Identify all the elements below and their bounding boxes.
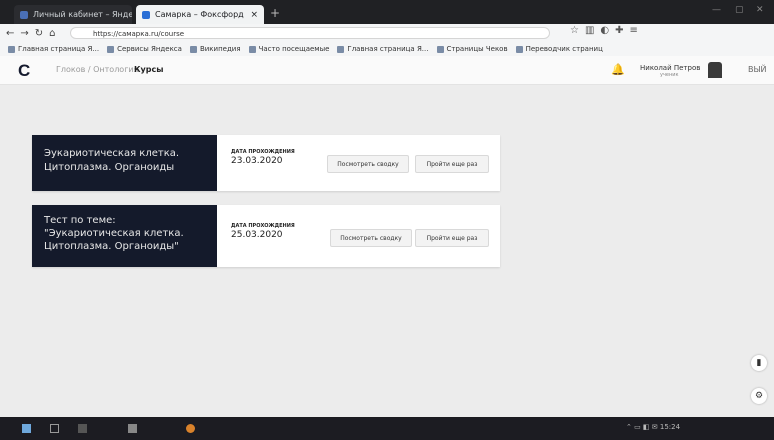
user-name[interactable]: Николай Петров [640,64,700,72]
close-tab-icon[interactable]: × [250,10,258,20]
task-view-icon[interactable] [78,424,87,433]
bookmarks-bar: Главная страница Я... Сервисы Яндекса Ви… [0,42,774,57]
browser-tab-active[interactable]: Самарка – Фоксфорд × [136,5,264,24]
app-logo[interactable]: C [18,61,30,81]
bookmark-item[interactable]: Википедия [189,45,241,53]
bookmark-item[interactable]: Часто посещаемые [248,45,329,53]
breadcrumb-current: Курсы [134,65,164,74]
maximize-icon[interactable]: ▢ [735,5,744,15]
minimize-icon[interactable]: — [712,5,721,15]
logout-link[interactable]: ВЫЙ [748,65,767,74]
bookmark-item[interactable]: Страницы Чеков [436,45,508,53]
new-tab-icon[interactable]: + [270,6,280,20]
os-taskbar: ⌃ ▭ ◧ ✉ 15:24 [0,418,774,440]
settings-icon[interactable]: ⚙ [751,388,767,404]
search-icon[interactable] [50,424,59,433]
file-explorer-icon[interactable] [128,424,137,433]
bookmark-icon [107,45,115,53]
browser-tab-inactive[interactable]: Личный кабинет – Яндекс × [14,5,132,24]
back-icon[interactable]: ← [6,28,14,39]
home-icon[interactable]: ⌂ [49,28,55,39]
bookmark-item[interactable]: Сервисы Яндекса [107,45,182,53]
tab-label: Самарка – Фоксфорд [155,10,244,19]
bookmark-item[interactable]: Главная страница Я... [337,45,429,53]
bookmark-star-icon[interactable]: ☆ [570,25,585,36]
bookmark-icon [337,45,345,53]
test-date: 25.03.2020 [231,230,283,240]
retry-button[interactable]: Пройти еще раз [415,229,489,247]
retry-button[interactable]: Пройти еще раз [415,155,489,173]
library-icon[interactable]: ▥ [585,25,600,36]
bookmark-icon [8,45,15,53]
system-tray: ⌃ ▭ ◧ ✉ 15:24 [626,423,680,431]
help-icon[interactable]: ▮ [751,355,767,371]
bookmark-item[interactable]: Переводчик страниц [515,45,603,53]
toolbar-icons: ☆▥◐✚≡ [570,25,644,36]
menu-icon[interactable]: ≡ [630,25,644,36]
reload-icon[interactable]: ↻ [35,28,43,39]
breadcrumb[interactable]: Глоков / Онтология [56,65,138,74]
extension-icon[interactable]: ✚ [615,25,629,36]
date-label: ДАТА ПРОХОЖДЕНИЯ [231,149,295,155]
test-date: 23.03.2020 [231,156,283,166]
bookmark-icon [436,45,444,53]
test-title: Тест по теме: "Эукариотическая клетка. Ц… [32,205,217,267]
bookmark-icon [189,45,197,53]
notification-bell-icon[interactable]: 🔔 [611,63,625,76]
user-role: ученик [660,72,679,78]
forward-icon[interactable]: → [20,28,28,39]
sync-icon[interactable]: ◐ [600,25,615,36]
test-card: Эукариотическая клетка. Цитоплазма. Орга… [32,135,500,191]
url-text: https://самарка.ru/course [93,30,185,38]
avatar[interactable] [708,62,722,78]
main-content: Эукариотическая клетка. Цитоплазма. Орга… [0,85,774,417]
firefox-icon[interactable] [186,424,195,433]
tab-label: Личный кабинет – Яндекс [33,10,132,19]
start-icon[interactable] [22,424,31,433]
view-summary-button[interactable]: Посмотреть сводку [330,229,412,247]
date-label: ДАТА ПРОХОЖДЕНИЯ [231,223,295,229]
tray-icons[interactable]: ⌃ ▭ ◧ ✉ [626,423,660,431]
tab-favicon-icon [142,10,150,19]
bookmark-icon [248,45,256,53]
clock[interactable]: 15:24 [660,423,680,431]
tab-favicon-icon [20,10,28,19]
browser-titlebar: Личный кабинет – Яндекс × Самарка – Фокс… [0,0,774,24]
window-close-icon[interactable]: ✕ [756,5,764,15]
app-header: C Глоков / Онтология Курсы 🔔 Николай Пет… [0,56,774,85]
bookmark-item[interactable]: Главная страница Я... [8,45,99,53]
test-card: Тест по теме: "Эукариотическая клетка. Ц… [32,205,500,267]
view-summary-button[interactable]: Посмотреть сводку [327,155,409,173]
test-title: Эукариотическая клетка. Цитоплазма. Орга… [32,135,217,191]
bookmark-icon [515,45,523,53]
address-bar[interactable]: https://самарка.ru/course [70,27,550,39]
